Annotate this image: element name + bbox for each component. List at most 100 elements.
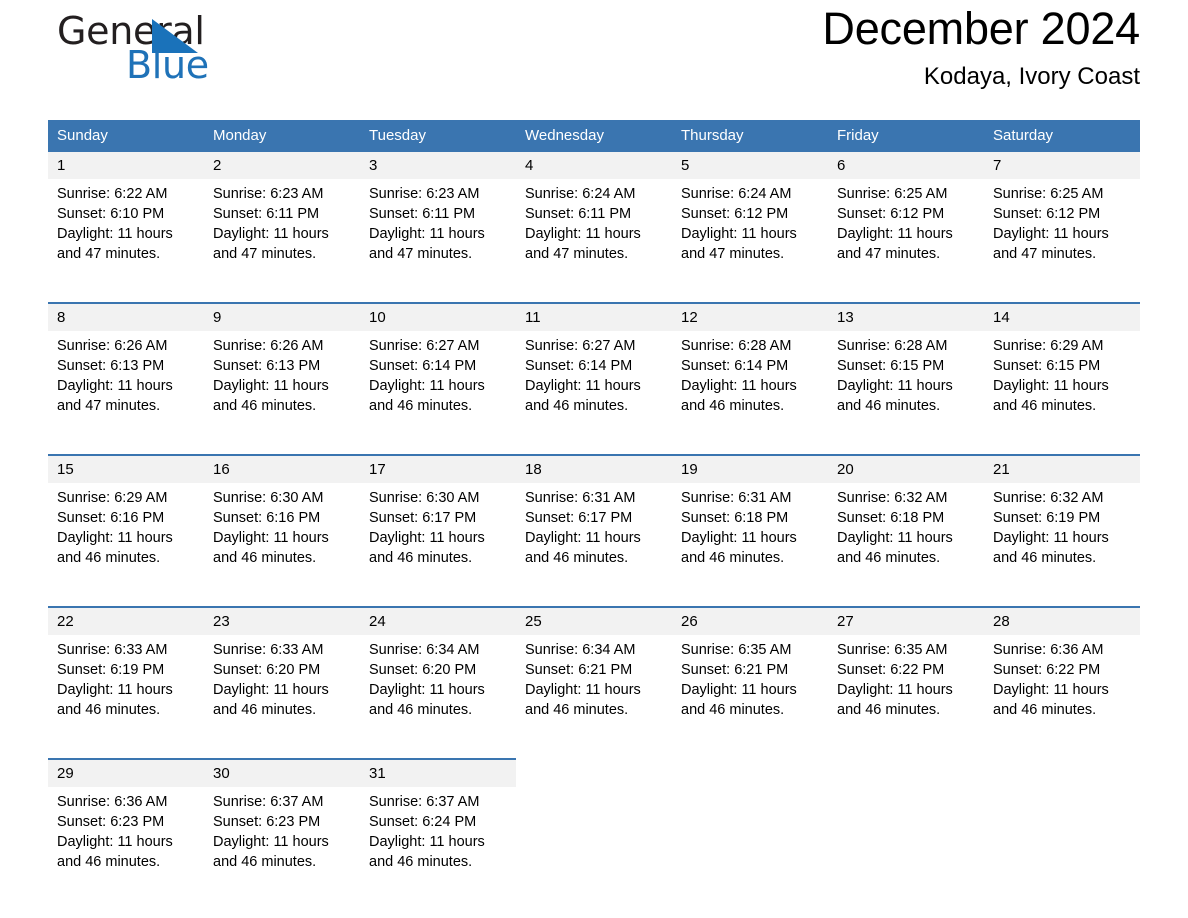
day-detail-cell[interactable]: Sunrise: 6:37 AM Sunset: 6:24 PM Dayligh…	[360, 787, 516, 896]
day-detail-cell[interactable]: Sunrise: 6:23 AM Sunset: 6:11 PM Dayligh…	[360, 179, 516, 288]
day-number-cell[interactable]: 23	[204, 606, 360, 635]
day-number-cell[interactable]: 6	[828, 152, 984, 179]
day-detail-cell[interactable]: Sunrise: 6:25 AM Sunset: 6:12 PM Dayligh…	[828, 179, 984, 288]
page-title: December 2024	[822, 3, 1140, 54]
day-detail-cell[interactable]: Sunrise: 6:36 AM Sunset: 6:22 PM Dayligh…	[984, 635, 1140, 744]
sunset-text: Sunset: 6:22 PM	[837, 662, 945, 678]
sunrise-text: Sunrise: 6:34 AM	[525, 642, 636, 658]
day-detail-cell[interactable]: Sunrise: 6:36 AM Sunset: 6:23 PM Dayligh…	[48, 787, 204, 896]
day-detail-cell[interactable]: Sunrise: 6:26 AM Sunset: 6:13 PM Dayligh…	[204, 331, 360, 440]
day-number-cell[interactable]: 9	[204, 302, 360, 331]
sunrise-text: Sunrise: 6:29 AM	[993, 338, 1104, 354]
week-2-daynum-row: 8 9 10 11 12 13 14	[48, 302, 1140, 331]
day-detail-cell[interactable]: Sunrise: 6:24 AM Sunset: 6:12 PM Dayligh…	[672, 179, 828, 288]
day-number-cell[interactable]: 18	[516, 454, 672, 483]
day-number-cell[interactable]: 28	[984, 606, 1140, 635]
daylight-text-line1: Daylight: 11 hours	[57, 834, 173, 850]
day-detail-cell[interactable]: Sunrise: 6:25 AM Sunset: 6:12 PM Dayligh…	[984, 179, 1140, 288]
day-number-cell[interactable]: 19	[672, 454, 828, 483]
daylight-text-line2: and 46 minutes.	[369, 398, 473, 414]
day-number-cell[interactable]: 25	[516, 606, 672, 635]
sunrise-text: Sunrise: 6:28 AM	[837, 338, 948, 354]
day-number-cell[interactable]: 20	[828, 454, 984, 483]
day-detail-cell[interactable]: Sunrise: 6:34 AM Sunset: 6:20 PM Dayligh…	[360, 635, 516, 744]
weekday-header-sunday: Sunday	[48, 120, 204, 152]
sunrise-text: Sunrise: 6:24 AM	[525, 186, 636, 202]
day-number-cell[interactable]: 30	[204, 758, 360, 787]
daylight-text-line2: and 47 minutes.	[993, 246, 1097, 262]
sunset-text: Sunset: 6:12 PM	[993, 206, 1101, 222]
day-detail-cell[interactable]: Sunrise: 6:22 AM Sunset: 6:10 PM Dayligh…	[48, 179, 204, 288]
day-number-cell[interactable]: 1	[48, 152, 204, 179]
day-detail-cell[interactable]: Sunrise: 6:30 AM Sunset: 6:16 PM Dayligh…	[204, 483, 360, 592]
day-number-cell[interactable]: 17	[360, 454, 516, 483]
day-detail-cell[interactable]: Sunrise: 6:33 AM Sunset: 6:19 PM Dayligh…	[48, 635, 204, 744]
daylight-text-line2: and 46 minutes.	[213, 702, 317, 718]
weekday-header-saturday: Saturday	[984, 120, 1140, 152]
day-detail-cell[interactable]: Sunrise: 6:30 AM Sunset: 6:17 PM Dayligh…	[360, 483, 516, 592]
week-2-detail-row: Sunrise: 6:26 AM Sunset: 6:13 PM Dayligh…	[48, 331, 1140, 440]
sunset-text: Sunset: 6:12 PM	[837, 206, 945, 222]
sunrise-text: Sunrise: 6:27 AM	[525, 338, 636, 354]
daylight-text-line1: Daylight: 11 hours	[213, 226, 329, 242]
day-detail-cell-empty	[516, 787, 672, 896]
day-detail-cell[interactable]: Sunrise: 6:26 AM Sunset: 6:13 PM Dayligh…	[48, 331, 204, 440]
day-number-cell[interactable]: 2	[204, 152, 360, 179]
day-detail-cell[interactable]: Sunrise: 6:31 AM Sunset: 6:18 PM Dayligh…	[672, 483, 828, 592]
day-number-cell[interactable]: 15	[48, 454, 204, 483]
day-number-cell[interactable]: 26	[672, 606, 828, 635]
day-detail-cell[interactable]: Sunrise: 6:37 AM Sunset: 6:23 PM Dayligh…	[204, 787, 360, 896]
day-number-cell[interactable]: 22	[48, 606, 204, 635]
sunrise-text: Sunrise: 6:37 AM	[213, 794, 324, 810]
daylight-text-line2: and 46 minutes.	[837, 398, 941, 414]
day-number-cell[interactable]: 29	[48, 758, 204, 787]
daylight-text-line1: Daylight: 11 hours	[525, 682, 641, 698]
day-detail-cell[interactable]: Sunrise: 6:29 AM Sunset: 6:16 PM Dayligh…	[48, 483, 204, 592]
daylight-text-line1: Daylight: 11 hours	[525, 378, 641, 394]
day-number-cell[interactable]: 21	[984, 454, 1140, 483]
day-detail-cell[interactable]: Sunrise: 6:32 AM Sunset: 6:19 PM Dayligh…	[984, 483, 1140, 592]
day-detail-cell[interactable]: Sunrise: 6:23 AM Sunset: 6:11 PM Dayligh…	[204, 179, 360, 288]
day-detail-cell[interactable]: Sunrise: 6:35 AM Sunset: 6:21 PM Dayligh…	[672, 635, 828, 744]
daylight-text-line1: Daylight: 11 hours	[525, 530, 641, 546]
day-detail-cell[interactable]: Sunrise: 6:27 AM Sunset: 6:14 PM Dayligh…	[360, 331, 516, 440]
sunset-text: Sunset: 6:21 PM	[681, 662, 789, 678]
day-number-cell[interactable]: 8	[48, 302, 204, 331]
day-number-cell[interactable]: 3	[360, 152, 516, 179]
week-spacer	[48, 592, 1140, 607]
sunrise-text: Sunrise: 6:23 AM	[369, 186, 480, 202]
sunrise-text: Sunrise: 6:32 AM	[993, 490, 1104, 506]
day-number-cell[interactable]: 24	[360, 606, 516, 635]
day-number-cell[interactable]: 14	[984, 302, 1140, 331]
day-number-cell[interactable]: 4	[516, 152, 672, 179]
sunset-text: Sunset: 6:18 PM	[837, 510, 945, 526]
day-detail-cell[interactable]: Sunrise: 6:28 AM Sunset: 6:14 PM Dayligh…	[672, 331, 828, 440]
daylight-text-line2: and 47 minutes.	[57, 246, 161, 262]
day-detail-cell[interactable]: Sunrise: 6:35 AM Sunset: 6:22 PM Dayligh…	[828, 635, 984, 744]
day-detail-cell[interactable]: Sunrise: 6:34 AM Sunset: 6:21 PM Dayligh…	[516, 635, 672, 744]
day-number-cell-empty	[984, 758, 1140, 787]
day-number-cell-empty	[516, 758, 672, 787]
day-number-cell[interactable]: 5	[672, 152, 828, 179]
day-detail-cell[interactable]: Sunrise: 6:32 AM Sunset: 6:18 PM Dayligh…	[828, 483, 984, 592]
day-number-cell[interactable]: 16	[204, 454, 360, 483]
daylight-text-line1: Daylight: 11 hours	[57, 226, 173, 242]
daylight-text-line2: and 47 minutes.	[57, 398, 161, 414]
day-number-cell[interactable]: 11	[516, 302, 672, 331]
sunset-text: Sunset: 6:14 PM	[525, 358, 633, 374]
day-number-cell[interactable]: 13	[828, 302, 984, 331]
day-detail-cell[interactable]: Sunrise: 6:28 AM Sunset: 6:15 PM Dayligh…	[828, 331, 984, 440]
day-detail-cell[interactable]: Sunrise: 6:24 AM Sunset: 6:11 PM Dayligh…	[516, 179, 672, 288]
day-number-cell[interactable]: 12	[672, 302, 828, 331]
day-number-cell[interactable]: 10	[360, 302, 516, 331]
day-number-cell[interactable]: 27	[828, 606, 984, 635]
day-detail-cell[interactable]: Sunrise: 6:29 AM Sunset: 6:15 PM Dayligh…	[984, 331, 1140, 440]
daylight-text-line2: and 47 minutes.	[837, 246, 941, 262]
daylight-text-line1: Daylight: 11 hours	[369, 834, 485, 850]
day-detail-cell[interactable]: Sunrise: 6:27 AM Sunset: 6:14 PM Dayligh…	[516, 331, 672, 440]
day-number-cell[interactable]: 7	[984, 152, 1140, 179]
day-detail-cell[interactable]: Sunrise: 6:31 AM Sunset: 6:17 PM Dayligh…	[516, 483, 672, 592]
day-number-cell[interactable]: 31	[360, 758, 516, 787]
daylight-text-line1: Daylight: 11 hours	[837, 378, 953, 394]
day-detail-cell[interactable]: Sunrise: 6:33 AM Sunset: 6:20 PM Dayligh…	[204, 635, 360, 744]
